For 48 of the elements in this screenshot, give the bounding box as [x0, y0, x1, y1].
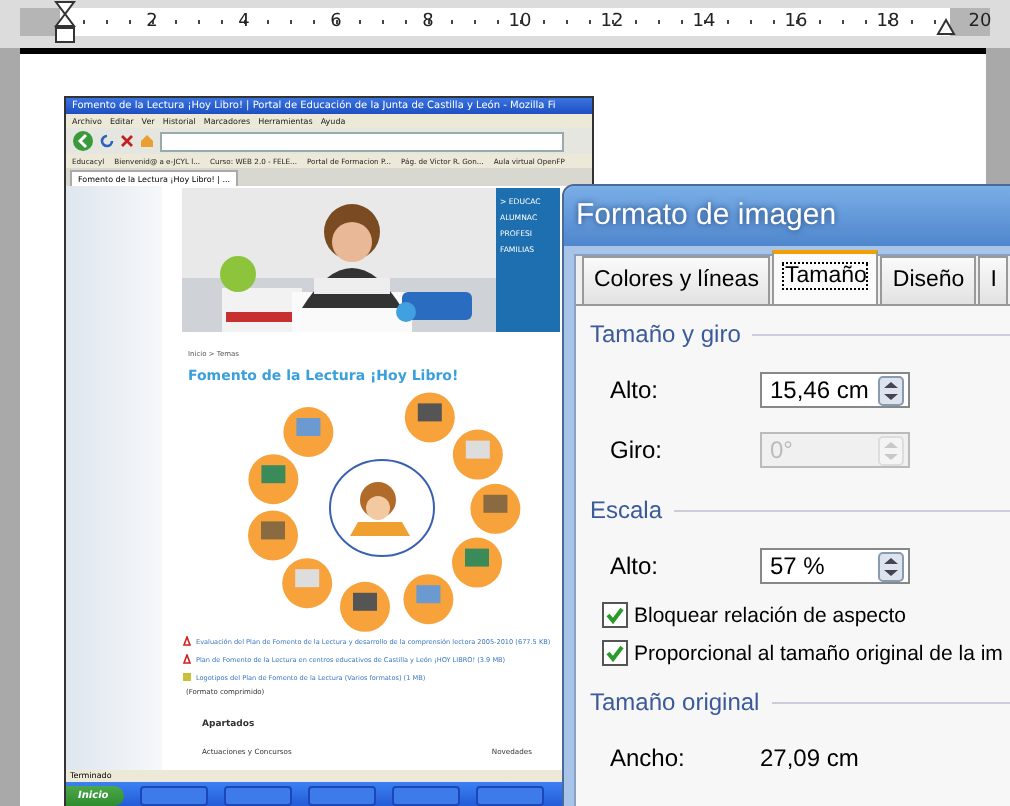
spin-arrows-icon: [878, 375, 904, 405]
home-icon[interactable]: [140, 134, 154, 148]
image-icon: [182, 672, 192, 682]
taskbar-button[interactable]: [476, 786, 545, 806]
indent-marker-icon: [54, 0, 76, 44]
checkbox-label: Proporcional al tamaño original de la im: [634, 641, 1003, 665]
checkbox[interactable]: [602, 602, 628, 628]
dialog-tab[interactable]: Diseño: [880, 256, 977, 304]
dialog-tab[interactable]: I: [978, 256, 1009, 304]
field-label: Giro:: [610, 436, 665, 464]
checkbox-label: Bloquear relación de aspecto: [634, 603, 907, 627]
stop-icon[interactable]: [120, 134, 134, 148]
dialog-title: Formato de imagen: [564, 186, 1010, 246]
ruler-number: 6: [328, 10, 344, 36]
indent-marker-icon: [936, 18, 956, 36]
check-icon: [606, 606, 624, 624]
ruler-number: 4: [236, 10, 252, 36]
ruler-number: 12: [598, 10, 626, 36]
spin-field[interactable]: 15,46 cm: [760, 372, 910, 408]
reload-icon[interactable]: [100, 134, 114, 148]
spin-arrows-icon: [878, 551, 904, 581]
ruler-number: 20: [966, 10, 994, 36]
section-title: Tamaño y giro: [590, 320, 741, 348]
section-title: Tamaño original: [590, 688, 760, 716]
dialog-tab[interactable]: Tamaño: [772, 250, 879, 304]
field-label: Alto:: [610, 376, 661, 404]
ruler-number: 2: [144, 10, 160, 36]
dialog-tab[interactable]: Colores y líneas: [582, 256, 771, 304]
ruler-number: 14: [690, 10, 718, 36]
field-label: Alto:: [610, 552, 661, 580]
spin-field[interactable]: 57 %: [760, 548, 910, 584]
spin-arrows-icon: [878, 435, 904, 465]
field-label: Ancho:: [610, 744, 687, 772]
taskbar-button[interactable]: [140, 786, 209, 806]
field-value: 27,09 cm: [760, 744, 859, 772]
section-title: Escala: [590, 496, 663, 524]
ruler-number: 16: [782, 10, 810, 36]
address-field[interactable]: [160, 131, 564, 151]
check-icon: [606, 644, 624, 662]
taskbar-button[interactable]: [392, 786, 461, 806]
ruler-number: 10: [506, 10, 534, 36]
checkbox[interactable]: [602, 640, 628, 666]
ruler-number: 8: [420, 10, 436, 36]
back-icon[interactable]: [72, 130, 94, 152]
ruler-margin: [20, 8, 60, 36]
taskbar-button[interactable]: [224, 786, 293, 806]
ruler-number: 18: [874, 10, 902, 36]
taskbar-button[interactable]: [308, 786, 377, 806]
